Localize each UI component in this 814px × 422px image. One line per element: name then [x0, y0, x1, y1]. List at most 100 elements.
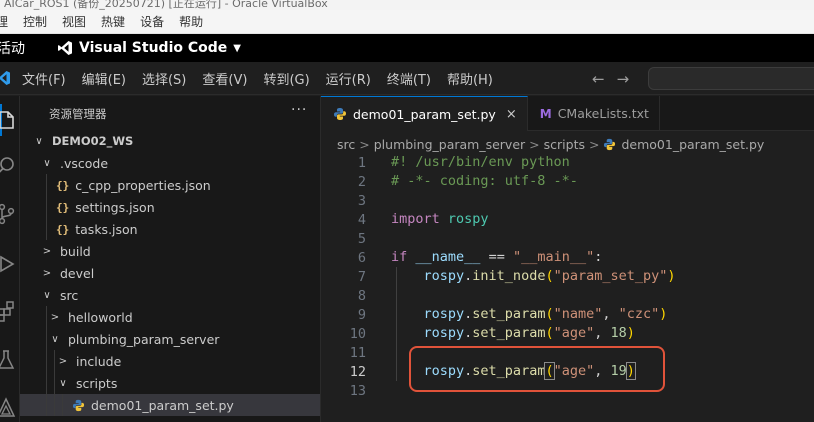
virtualbox-menu-item[interactable]: 热键 [101, 13, 125, 30]
code-line[interactable]: 6 if __name__ == "__main__": [321, 248, 814, 267]
menu-item[interactable]: 文件(F) [22, 69, 66, 88]
code-token: ( [545, 325, 554, 341]
vscode-menu-bar: 文件(F) 编辑(E) 选择(S) 查看(V) 转到(G) 运行(R) 终端(T) 帮助(H)… [0, 62, 814, 95]
editor-area: demo01_param_set.py × M CMakeLists.txt s… [321, 96, 814, 422]
code-line[interactable]: 7 rospy.init_node("param_set_py") [321, 267, 814, 286]
code-line[interactable]: 5 [321, 229, 814, 248]
tree-file[interactable]: {} settings.json [20, 196, 320, 218]
code-line[interactable]: 9 rospy.set_param("name", "czc") [321, 305, 814, 324]
tree-item-label: settings.json [75, 199, 155, 215]
source-control-icon[interactable] [0, 202, 18, 226]
tree-folder[interactable]: > include [20, 350, 320, 372]
indent-guide [46, 328, 47, 350]
menu-item[interactable]: 查看(V) [202, 69, 247, 88]
code-line[interactable]: 10 rospy.set_param("age", 18) [321, 324, 814, 343]
menu-item[interactable]: 帮助(H) [447, 69, 493, 88]
ros-icon[interactable] [0, 396, 18, 420]
menu-item[interactable]: 编辑(E) [82, 69, 126, 88]
virtualbox-menu-item[interactable]: 帮助 [179, 13, 203, 30]
line-number: 1 [357, 154, 366, 171]
tree-item-label: c_cpp_properties.json [75, 177, 211, 193]
virtualbox-menu-item[interactable]: 视图 [62, 13, 86, 30]
code-line[interactable]: 11 [321, 343, 814, 362]
breadcrumb-item[interactable]: scripts [544, 137, 585, 152]
command-center-search[interactable] [648, 67, 814, 90]
line-source: import rospy [391, 210, 489, 229]
close-icon[interactable]: × [506, 107, 517, 122]
line-source: # -*- coding: utf-8 -*- [391, 172, 578, 191]
tree-folder[interactable]: > devel [20, 262, 320, 284]
line-number: 10 [349, 325, 366, 342]
code-line[interactable]: 13 [321, 381, 814, 400]
code-line[interactable]: 4 import rospy [321, 210, 814, 229]
indent-guide [54, 394, 55, 416]
code-token: "name" [553, 306, 603, 322]
run-debug-icon[interactable] [0, 252, 18, 276]
breadcrumb-item[interactable]: src [337, 137, 355, 152]
workspace-root[interactable]: ∨ DEMO02_WS [20, 130, 320, 152]
code-token: "param_set_py" [553, 268, 668, 284]
indent-guide [54, 350, 55, 372]
virtualbox-menu-item[interactable]: 控制 [23, 13, 47, 30]
line-number: 12 [349, 363, 366, 380]
search-icon[interactable] [0, 154, 18, 178]
indent-guide [46, 218, 47, 240]
code-line[interactable]: 3 [321, 191, 814, 210]
code-token: == [480, 249, 513, 265]
chevron-right-icon: > [42, 267, 52, 279]
explorer-icon[interactable] [0, 108, 18, 132]
code-line[interactable]: 1 #! /usr/bin/env python [321, 153, 814, 172]
breadcrumb-item[interactable]: plumbing_param_server [374, 137, 525, 152]
breadcrumb-item[interactable]: demo01_param_set.py [621, 137, 764, 152]
menu-item[interactable]: 转到(G) [263, 69, 309, 88]
explorer-sidebar: 资源管理器 ··· ∨ DEMO02_WS ∨ .vscode{} c_cpp_prop… [20, 96, 321, 422]
tree-folder[interactable]: > helloworld [20, 306, 320, 328]
tab-cmakelists[interactable]: M CMakeLists.txt [528, 96, 660, 131]
tree-item-label: build [60, 243, 91, 259]
activities-button[interactable]: 活动 [0, 38, 25, 58]
chevron-down-icon: ∨ [35, 135, 43, 147]
virtualbox-menu-item[interactable]: 设备 [140, 13, 164, 30]
code-token: : [594, 249, 603, 265]
tree-folder[interactable]: ∨ scripts [20, 372, 320, 394]
breadcrumb-separator: > [589, 136, 600, 152]
more-actions-icon[interactable]: ··· [291, 102, 307, 118]
tree-file[interactable]: demo01_param_set.py [20, 394, 320, 416]
tree-item-label: helloworld [68, 309, 133, 325]
code-token: ( [545, 268, 554, 284]
menu-item[interactable]: 运行(R) [326, 69, 371, 88]
indent-guide [46, 394, 47, 416]
python-file-icon [72, 399, 85, 411]
tree-file[interactable]: {} tasks.json [20, 218, 320, 240]
chevron-right-icon: > [50, 311, 60, 323]
tree-folder[interactable]: > build [20, 240, 320, 262]
code-token: set_param [472, 325, 546, 341]
virtualbox-menu-item[interactable]: 理 [0, 13, 8, 30]
testing-icon[interactable] [0, 348, 18, 372]
code-token: # -*- coding: utf-8 -*- [391, 173, 578, 189]
code-line[interactable]: 12 rospy.set_param("age", 19) [321, 362, 814, 381]
code-editor[interactable]: 1 #! /usr/bin/env python 2 # -*- coding: ut… [321, 153, 814, 400]
code-line[interactable]: 2 # -*- coding: utf-8 -*- [321, 172, 814, 191]
tree-folder[interactable]: ∨ plumbing_param_server [20, 328, 320, 350]
tree-file[interactable]: {} c_cpp_properties.json [20, 174, 320, 196]
file-tree: ∨ DEMO02_WS ∨ .vscode{} c_cpp_properties.jso… [20, 130, 320, 416]
indent-guide [46, 196, 47, 218]
menu-item[interactable]: 选择(S) [142, 69, 186, 88]
menu-item[interactable]: 终端(T) [387, 69, 431, 88]
back-arrow-icon[interactable]: ← [592, 70, 605, 88]
code-line[interactable]: 8 [321, 286, 814, 305]
code-token: ) [626, 325, 635, 341]
tree-folder[interactable]: ∨ .vscode [20, 152, 320, 174]
code-token: if [391, 249, 408, 265]
tree-folder[interactable]: ∨ src [20, 284, 320, 306]
chevron-right-icon: > [58, 355, 68, 367]
app-menu-button[interactable]: Visual Studio Code ▼ [57, 40, 241, 56]
chevron-right-icon: > [42, 245, 52, 257]
python-file-icon [604, 138, 616, 150]
activity-bar [0, 96, 20, 422]
line-number: 9 [357, 306, 366, 323]
forward-arrow-icon[interactable]: → [617, 70, 630, 88]
tab-demo01-param-set[interactable]: demo01_param_set.py × [321, 96, 528, 131]
extensions-icon[interactable] [0, 300, 18, 324]
